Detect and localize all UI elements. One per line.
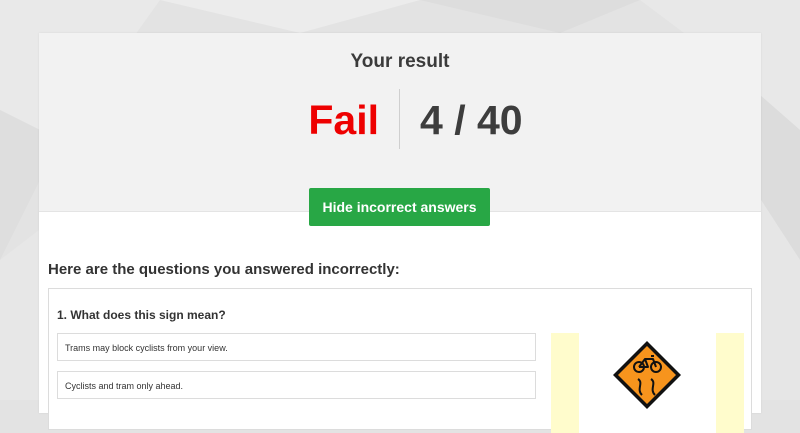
question-text: 1. What does this sign mean? bbox=[57, 308, 226, 322]
question-card: 1. What does this sign mean? Trams may b… bbox=[48, 288, 752, 433]
result-summary: Your result Fail 4 / 40 bbox=[39, 33, 761, 212]
image-background-right bbox=[716, 333, 744, 433]
result-title: Your result bbox=[350, 51, 450, 72]
incorrect-questions-heading: Here are the questions you answered inco… bbox=[48, 261, 400, 278]
answer-option[interactable]: Cyclists and tram only ahead. bbox=[57, 371, 536, 399]
result-score: 4 / 40 bbox=[420, 97, 523, 143]
result-verdict: Fail bbox=[308, 97, 379, 143]
image-background-left bbox=[551, 333, 579, 433]
results-card: Your result Fail 4 / 40 Hide incorrect a… bbox=[39, 33, 761, 433]
slippery-for-cyclists-warning-sign-icon bbox=[613, 341, 681, 409]
score-divider bbox=[399, 89, 400, 149]
hide-incorrect-answers-button[interactable]: Hide incorrect answers bbox=[309, 188, 490, 226]
question-image bbox=[551, 333, 744, 433]
answer-option[interactable]: Trams may block cyclists from your view. bbox=[57, 333, 536, 361]
